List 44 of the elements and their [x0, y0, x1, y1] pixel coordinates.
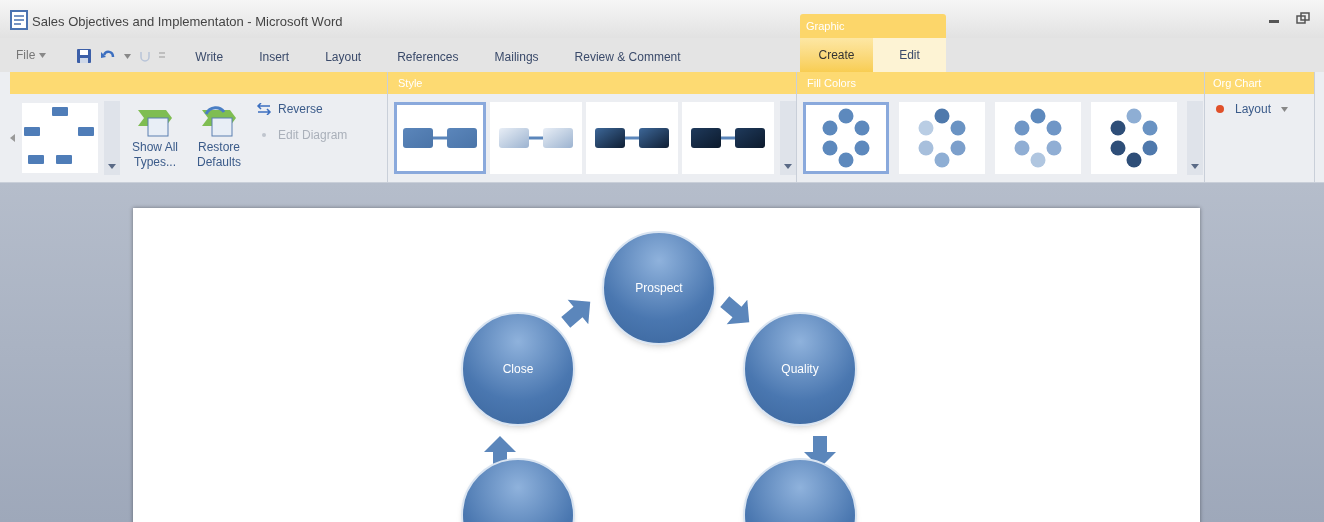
- fill-color-option[interactable]: [995, 102, 1081, 174]
- swap-arrows-icon: [256, 103, 272, 115]
- ribbon-command[interactable]: Layout: [1215, 100, 1314, 118]
- style-option[interactable]: [586, 102, 678, 174]
- ribbon-button[interactable]: Restore Defaults: [190, 106, 248, 170]
- group-label: Style: [398, 75, 423, 91]
- group-label: Fill Colors: [807, 75, 856, 91]
- caret-icon[interactable]: [124, 53, 132, 59]
- gallery-scrollbar[interactable]: [1187, 101, 1203, 175]
- ribbon-tab[interactable]: References: [379, 42, 477, 72]
- ribbon-tab[interactable]: Write: [177, 42, 242, 72]
- ribbon-command[interactable]: Reverse: [256, 100, 348, 118]
- style-option[interactable]: [682, 102, 774, 174]
- save-icon[interactable]: [76, 48, 93, 64]
- contextual-group-label: Graphic: [806, 18, 845, 34]
- diagram-type-icon: [200, 106, 238, 140]
- group-label: Org Chart: [1213, 75, 1262, 91]
- gallery-scroll-left-icon[interactable]: [10, 134, 16, 142]
- cycle-node: Prospect: [602, 231, 716, 345]
- file-menu[interactable]: File: [16, 46, 47, 64]
- ribbon-tab[interactable]: Layout: [307, 42, 380, 72]
- fill-color-option[interactable]: [899, 102, 985, 174]
- cycle-node: Quality: [743, 312, 857, 426]
- window-title: Sales Objectives and Implementaton - Microsoft Word: [32, 13, 343, 31]
- gallery-scrollbar[interactable]: [780, 101, 796, 175]
- fill-color-option[interactable]: [803, 102, 889, 174]
- caret-icon: [784, 164, 792, 169]
- caret-icon: [1281, 106, 1289, 112]
- document-icon: [10, 10, 28, 30]
- ribbon-tab[interactable]: Mailings: [476, 42, 557, 72]
- ribbon-button[interactable]: Show All Types...: [126, 106, 184, 170]
- gallery-scrollbar[interactable]: [104, 101, 120, 175]
- cycle-layout-preview-icon[interactable]: [22, 103, 98, 173]
- ribbon-tab[interactable]: Review & Comment: [556, 42, 699, 72]
- caret-icon: [108, 164, 116, 169]
- restore-icon[interactable]: [1296, 12, 1310, 24]
- ribbon-tab[interactable]: Create: [800, 38, 873, 72]
- caret-icon: [1191, 164, 1199, 169]
- ribbon-tab[interactable]: Edit: [873, 38, 946, 72]
- fill-color-option[interactable]: [1091, 102, 1177, 174]
- dot-icon: [1215, 104, 1225, 114]
- caret-icon: [39, 52, 47, 58]
- cycle-node: Close: [461, 312, 575, 426]
- ribbon-tab[interactable]: Insert: [241, 42, 308, 72]
